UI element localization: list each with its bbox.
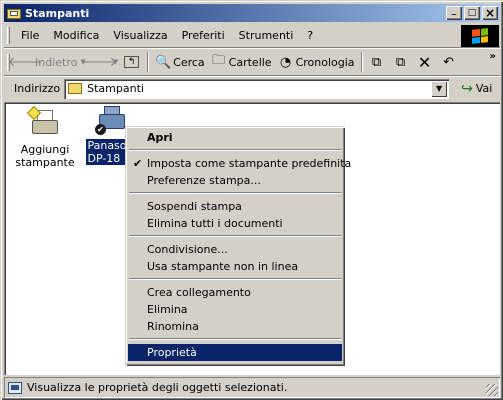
ctx-use-offline[interactable]: Usa stampante non in linea [128, 258, 342, 275]
menu-visualizza[interactable]: Visualizza [106, 27, 174, 44]
maximize-icon: □ [467, 7, 477, 18]
forward-arrow-icon: 🡒 [82, 55, 118, 70]
ctx-delete[interactable]: Elimina [128, 301, 342, 318]
toolbar-separator [147, 52, 150, 72]
undo-icon: ↶ [443, 54, 454, 70]
properties-icon [8, 381, 22, 394]
history-icon: ◔ [279, 54, 292, 70]
address-label: Indirizzo [14, 82, 61, 95]
explorer-window: Stampanti _ □ × File Modifica Visualizza… [0, 0, 503, 400]
window-title: Stampanti [25, 6, 90, 20]
item-label: Aggiungi stampante [15, 143, 75, 169]
up-folder-icon: ↰ [124, 56, 140, 68]
move-to-icon: ⧉ [371, 54, 382, 70]
folders-button[interactable]: 🗀 Cartelle [208, 51, 275, 73]
undo-button[interactable]: ↶ [438, 51, 462, 73]
history-label: Cronologia [295, 55, 355, 69]
menu-separator [128, 275, 342, 284]
menu-preferiti[interactable]: Preferiti [175, 27, 232, 44]
ctx-pause-printing[interactable]: Sospendi stampa [128, 198, 342, 215]
ctx-properties[interactable]: Proprietà [128, 344, 342, 361]
status-text: Visualizza le proprietà degli oggetti se… [27, 381, 288, 394]
folders-label: Cartelle [228, 55, 272, 69]
menu-strumenti[interactable]: Strumenti [232, 27, 301, 44]
back-label: Indietro [35, 55, 78, 69]
checkmark-icon: ✔ [133, 157, 143, 170]
ctx-sharing[interactable]: Condivisione... [128, 241, 342, 258]
menu-separator [128, 189, 342, 198]
copy-to-icon: ⧉ [395, 54, 406, 70]
address-field[interactable]: Stampanti ▼ [64, 78, 450, 99]
minimize-icon: _ [451, 5, 457, 16]
menu-modifica[interactable]: Modifica [46, 27, 106, 44]
copy-to-button[interactable]: ⧉ [390, 51, 414, 73]
toolbar-chevron-icon[interactable]: » [490, 51, 496, 62]
search-button[interactable]: 🔍 Cerca [152, 51, 208, 73]
ctx-cancel-all[interactable]: Elimina tutti i documenti [128, 215, 342, 232]
delete-button[interactable]: ✕ [414, 51, 438, 73]
folder-icon [68, 83, 83, 94]
folders-icon: 🗀 [212, 53, 226, 68]
delete-x-icon: ✕ [417, 52, 432, 72]
ctx-rename[interactable]: Rinomina [128, 318, 342, 335]
status-bar: Visualizza le proprietà degli oggetti se… [4, 377, 500, 398]
back-button[interactable]: 🡐 Indietro ▼ [7, 51, 89, 73]
history-button[interactable]: ◔ Cronologia [275, 51, 358, 73]
item-label: Panaso DP-18 [86, 139, 128, 165]
ctx-open[interactable]: Apri [128, 129, 342, 146]
title-bar[interactable]: Stampanti _ □ × [4, 4, 500, 22]
close-button[interactable]: × [482, 6, 498, 20]
menu-bar: File Modifica Visualizza Preferiti Strum… [4, 24, 500, 47]
back-arrow-icon: 🡐 [7, 55, 43, 70]
menu-separator [128, 335, 342, 344]
resize-grip-icon[interactable] [486, 384, 498, 396]
dropdown-arrow-icon[interactable]: ▼ [113, 58, 118, 66]
windows-logo [461, 25, 499, 47]
add-printer-item[interactable]: Aggiungi stampante [10, 105, 80, 169]
network-printer-icon: ✔ [95, 104, 127, 136]
go-button[interactable]: ↪ Vai [461, 81, 492, 97]
menu-separator [128, 232, 342, 241]
menubar-grip[interactable] [7, 27, 10, 44]
close-icon: × [484, 6, 496, 20]
ctx-printing-preferences[interactable]: Preferenze stampa... [128, 172, 342, 189]
ctx-create-shortcut[interactable]: Crea collegamento [128, 284, 342, 301]
add-printer-icon [26, 105, 61, 140]
forward-button[interactable]: 🡒 ▼ [82, 51, 121, 73]
address-value: Stampanti [87, 82, 144, 95]
toolbar-separator [360, 52, 363, 72]
menu-help[interactable]: ? [300, 27, 320, 44]
ctx-set-default[interactable]: ✔ Imposta come stampante predefinita [128, 155, 351, 172]
context-menu: Apri ✔ Imposta come stampante predefinita… [125, 126, 351, 366]
menu-separator [128, 146, 342, 155]
maximize-button[interactable]: □ [464, 6, 480, 20]
windows-flag-icon [472, 28, 488, 44]
standard-toolbar: 🡐 Indietro ▼ 🡒 ▼ ↰ 🔍 Cerca 🗀 Cartelle ◔ … [4, 49, 500, 75]
search-icon: 🔍 [155, 54, 172, 70]
up-folder-button[interactable]: ↰ [121, 51, 144, 73]
printers-folder-icon [6, 6, 22, 20]
menu-file[interactable]: File [14, 27, 46, 44]
ctx-set-default-label: Imposta come stampante predefinita [147, 157, 352, 170]
go-arrow-icon: ↪ [461, 80, 473, 97]
address-dropdown-icon[interactable]: ▼ [431, 80, 448, 97]
move-to-button[interactable]: ⧉ [366, 51, 390, 73]
go-label: Vai [475, 82, 493, 95]
minimize-button[interactable]: _ [446, 6, 462, 20]
address-bar: Indirizzo Stampanti ▼ ↪ Vai [4, 77, 500, 100]
search-label: Cerca [173, 55, 205, 69]
